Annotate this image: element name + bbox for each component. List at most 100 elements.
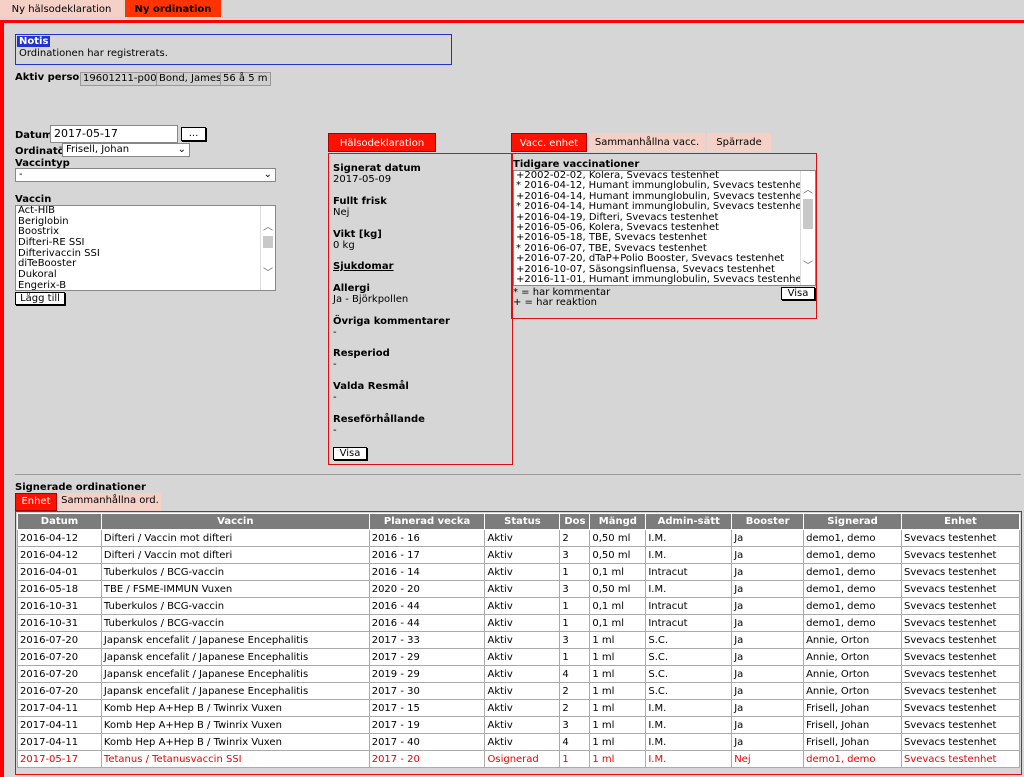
scroll-thumb[interactable] [803,199,813,229]
tab-halsodeklaration[interactable]: Hälsodeklaration [328,133,436,152]
conditions-label: Reseförhållande [333,414,425,425]
table-cell: 2017-04-11 [17,716,102,734]
chevron-down-icon: ⌄ [177,144,186,155]
tab-sparrade[interactable]: Spärrade [707,133,771,152]
table-cell: 2016-07-20 [17,682,102,700]
table-cell: demo1, demo [803,580,902,598]
column-header[interactable]: Vaccin [100,513,370,530]
vaccin-scrollbar[interactable]: ︿ ﹀ [260,206,275,290]
table-cell: 2016-05-18 [17,580,102,598]
table-cell: Annie, Orton [803,682,902,700]
table-cell: Intracut [645,614,733,632]
table-cell: S.C. [645,665,733,683]
table-cell: 2017 - 40 [368,733,486,751]
vacc-show-button[interactable]: Visa [781,287,815,300]
chevron-up-icon[interactable]: ︿ [261,218,275,233]
vaccintype-select[interactable]: - ⌄ [15,168,276,182]
column-header[interactable]: Signerad [803,513,902,530]
add-vaccine-button[interactable]: Lägg till [15,292,65,305]
table-cell: Ja [731,546,805,564]
table-cell: 2016-07-20 [17,631,102,649]
list-item[interactable]: +2016-07-20, dTaP+Polio Booster, Svevacs… [514,253,815,264]
previous-vaccinations-list[interactable]: +2002-02-02, Kolera, Svevacs testenhet *… [513,170,816,286]
chevron-up-icon[interactable]: ︿ [801,181,815,196]
table-row[interactable]: 2016-04-01 Tuberkulos / BCG-vaccin 2016 - … [17,563,1020,581]
previous-vaccinations-label: Tidigare vaccinationer [513,159,640,170]
table-cell: demo1, demo [803,563,902,581]
table-row[interactable]: 2017-04-11 Komb Hep A+Hep B / Twinrix Vux… [17,733,1020,751]
column-header[interactable]: Mängd [589,513,647,530]
table-row[interactable]: 2016-04-12 Difteri / Vaccin mot difteri 20… [17,546,1020,564]
table-cell: TBE / FSME-IMMUN Vuxen [100,580,370,598]
travel-period-label: Resperiod [333,348,390,359]
vaccin-list[interactable]: Act-HIB Beriglobin Boostrix Difteri-RE S… [15,205,276,291]
table-row[interactable]: 2016-10-31 Tuberkulos / BCG-vaccin 2016 - … [17,597,1020,615]
section-divider [15,474,1021,475]
health-panel: Signerat datum 2017-05-09 Fullt frisk Ne… [328,153,513,465]
tab-sammanhallna-vacc[interactable]: Sammanhållna vacc. [589,133,705,152]
column-header[interactable]: Planerad vecka [368,513,486,530]
tab-enhet[interactable]: Enhet [15,493,57,511]
table-row[interactable]: 2016-07-20 Japansk encefalit / Japanese E… [17,648,1020,666]
column-header[interactable]: Status [484,513,561,530]
table-cell: 3 [559,631,591,649]
health-show-button[interactable]: Visa [333,447,367,460]
table-cell: 0,1 ml [589,614,647,632]
tab-ny-halsodeklaration[interactable]: Ny hälsodeklaration [0,0,123,17]
vaccination-panel: Tidigare vaccinationer +2002-02-02, Kole… [511,153,817,319]
table-cell: S.C. [645,648,733,666]
table-row[interactable]: 2016-05-18 TBE / FSME-IMMUN Vuxen 2020 - 2… [17,580,1020,598]
column-header[interactable]: Enhet [901,513,1020,530]
tab-ny-ordination[interactable]: Ny ordination [125,0,221,17]
table-cell: 2016 - 16 [368,529,486,547]
comments-value: - [333,327,337,338]
notice-box: Notis Ordinationen har registrerats. [15,34,452,65]
column-header[interactable]: Dos [559,513,591,530]
table-row[interactable]: 2016-10-31 Tuberkulos / BCG-vaccin 2016 - … [17,614,1020,632]
column-header[interactable]: Datum [17,513,102,530]
table-cell: I.M. [645,546,733,564]
ordinator-value: Frisell, Johan [66,144,130,155]
table-cell: 2 [559,529,591,547]
table-cell: 3 [559,546,591,564]
column-header[interactable]: Admin-sätt [645,513,733,530]
chevron-down-icon[interactable]: ﹀ [261,264,275,279]
table-cell: 2016-04-12 [17,546,102,564]
date-input[interactable]: 2017-05-17 [50,125,178,143]
previous-scrollbar[interactable]: ︿ ﹀ [800,171,815,285]
table-row[interactable]: 2017-04-11 Komb Hep A+Hep B / Twinrix Vux… [17,699,1020,717]
date-label: Datum [15,130,53,141]
table-cell: Ja [731,716,805,734]
diseases-link[interactable]: Sjukdomar [333,261,394,272]
table-cell: 2016 - 44 [368,614,486,632]
table-row[interactable]: 2016-04-12 Difteri / Vaccin mot difteri 20… [17,529,1020,547]
chevron-down-icon[interactable]: ﹀ [801,257,815,272]
list-item[interactable]: * 2016-04-14, Humant immunglobulin, Svev… [514,201,815,212]
table-cell: I.M. [645,699,733,717]
tab-vacc-enhet[interactable]: Vacc. enhet [511,133,587,152]
table-cell: 0,1 ml [589,563,647,581]
table-cell: 0,1 ml [589,597,647,615]
table-cell: Aktiv [484,631,561,649]
table-cell: Aktiv [484,529,561,547]
ordinator-select[interactable]: Frisell, Johan ⌄ [62,143,190,157]
table-cell: Intracut [645,597,733,615]
table-row[interactable]: 2016-07-20 Japansk encefalit / Japanese E… [17,682,1020,700]
top-divider [0,20,1024,23]
column-header[interactable]: Booster [731,513,805,530]
tab-sammanhallna-ord[interactable]: Sammanhållna ord. [59,493,161,511]
table-cell: Ja [731,648,805,666]
table-row[interactable]: 2016-07-20 Japansk encefalit / Japanese E… [17,631,1020,649]
table-cell: Aktiv [484,546,561,564]
table-cell: Tuberkulos / BCG-vaccin [100,614,370,632]
table-row[interactable]: 2017-05-17 Tetanus / Tetanusvaccin SSI 201… [17,750,1020,768]
allergy-value: Ja - Björkpollen [333,294,409,305]
list-item[interactable]: +2016-11-01, Humant immunglobulin, Sveva… [514,274,815,285]
table-row[interactable]: 2017-04-11 Komb Hep A+Hep B / Twinrix Vux… [17,716,1020,734]
scroll-thumb[interactable] [263,236,273,248]
table-cell: 1 ml [589,750,647,768]
list-item[interactable]: Engerix-B [16,280,275,290]
date-picker-button[interactable]: ... [181,127,206,141]
table-cell: S.C. [645,682,733,700]
table-row[interactable]: 2016-07-20 Japansk encefalit / Japanese E… [17,665,1020,683]
